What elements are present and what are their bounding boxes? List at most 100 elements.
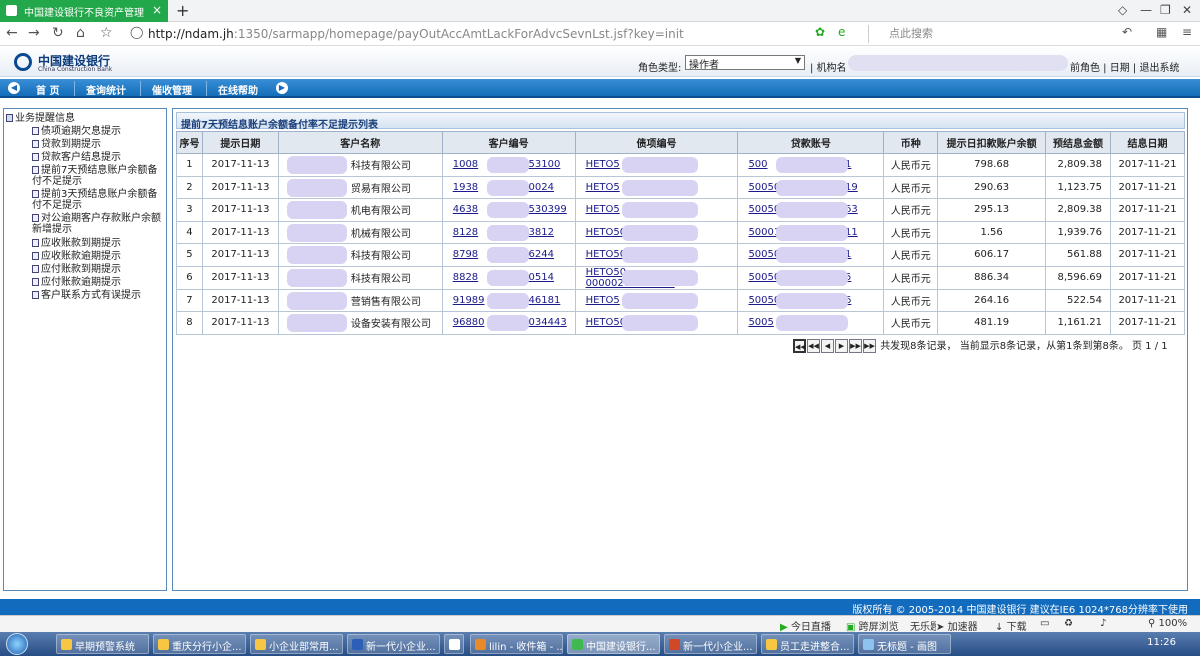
menu-prev-icon[interactable]: ◀	[8, 82, 20, 94]
reminder-table: 序号 提示日期 客户名称 客户编号 债项编号 贷款账号 币种 提示日扣款账户余额…	[176, 131, 1185, 335]
tree-item[interactable]: 客户联系方式有误提示	[32, 290, 166, 301]
redaction-blur	[286, 268, 347, 287]
tools-menu-icon[interactable]: ≡	[1182, 25, 1192, 39]
window-icon[interactable]: ▭	[1040, 618, 1049, 629]
role-select[interactable]: 操作者 ▼	[685, 55, 805, 71]
windows-start-icon[interactable]	[6, 633, 28, 655]
shirt-icon[interactable]: ◇	[1118, 3, 1127, 17]
first-page-icon[interactable]: ◀◀	[793, 339, 806, 353]
cell-loan-account: 50050995	[737, 265, 885, 290]
last-page-icon[interactable]: ▶▶	[863, 339, 876, 353]
system-clock[interactable]: 11:26	[1147, 637, 1176, 648]
next-group-icon[interactable]: ▶▶	[849, 339, 862, 353]
customer-name: 机电有限公司	[350, 206, 411, 218]
tree-item-label: 提前3天预结息账户余额备付不足提示	[32, 189, 158, 211]
cell-settle-date: 2017-11-21	[1110, 243, 1185, 267]
cell-date: 2017-11-13	[201, 198, 279, 222]
tree-item[interactable]: 贷款客户结息提示	[32, 152, 166, 163]
minimize-icon[interactable]: —	[1140, 3, 1152, 17]
menu-online-help[interactable]: 在线帮助	[218, 82, 258, 97]
recycle-icon[interactable]: ♻	[1064, 618, 1073, 629]
id-prefix: 8128	[452, 226, 479, 238]
taskbar-item[interactable]: lilin - 收件箱 - ...	[470, 634, 563, 654]
sound-icon[interactable]: ♪	[1100, 618, 1106, 629]
redaction-blur	[776, 157, 849, 173]
cell-currency: 人民币元	[883, 198, 939, 222]
prev-page-icon[interactable]: ◀	[821, 339, 834, 353]
accelerator-link[interactable]: ➤ 加速器	[936, 618, 978, 633]
home-icon[interactable]: ⌂	[76, 25, 85, 41]
tree-item-label: 应付账款到期提示	[41, 264, 121, 275]
cell-balance: 290.63	[937, 175, 1047, 199]
tab-title: 中国建设银行不良资产管理	[24, 8, 144, 19]
taskbar-item[interactable]: 新一代小企业...	[347, 634, 440, 654]
redaction-blur	[621, 269, 698, 286]
prev-group-icon[interactable]: ◀◀	[807, 339, 820, 353]
reload-icon[interactable]: ↻	[52, 25, 64, 41]
tree-item[interactable]: 债项逾期欠息提示	[32, 126, 166, 137]
tab-close-icon[interactable]: ×	[152, 3, 162, 17]
cell-index: 5	[176, 243, 203, 267]
menu-divider	[140, 81, 141, 96]
next-page-icon[interactable]: ▶	[835, 339, 848, 353]
menu-query-stats[interactable]: 查询统计	[86, 82, 126, 97]
url-field[interactable]: http://ndam.jh:1350/sarmapp/homepage/pay…	[148, 27, 684, 41]
taskbar-item[interactable]: 早期预警系统	[56, 634, 149, 654]
back-icon[interactable]: ←	[6, 25, 18, 41]
cross-screen-link[interactable]: ▣ 跨屏浏览	[846, 618, 899, 633]
cell-customer-name: 科技有限公司	[277, 153, 443, 177]
browser-tab-bar: 中国建设银行不良资产管理 × + ◇ — ❐ ✕	[0, 0, 1200, 22]
tree-item[interactable]: 应收账款到期提示	[32, 238, 166, 249]
tree-item[interactable]: 应收账款逾期提示	[32, 251, 166, 262]
menu-next-icon[interactable]: ▶	[276, 82, 288, 94]
cell-index: 6	[176, 265, 203, 290]
tree-item[interactable]: 提前7天预结息账户余额备付不足提示	[32, 165, 166, 187]
taskbar-item[interactable]	[444, 634, 464, 654]
ie-mode-icon[interactable]: e	[838, 25, 845, 39]
cell-interest: 8,596.69	[1045, 265, 1112, 290]
live-link[interactable]: ▶ 今日直播	[780, 618, 831, 633]
tree-item[interactable]: 提前3天预结息账户余额备付不足提示	[32, 189, 166, 211]
taskbar-item[interactable]: 中国建设银行...	[567, 634, 660, 654]
zoom-level[interactable]: ⚲ 100%	[1148, 618, 1187, 629]
browser-tab-active[interactable]: 中国建设银行不良资产管理 ×	[0, 0, 168, 22]
cell-customer-no: 8798 56244	[441, 243, 576, 267]
cell-interest: 1,161.21	[1045, 311, 1112, 335]
restore-icon[interactable]: ❐	[1160, 3, 1171, 17]
tree-item[interactable]: 对公逾期客户存款账户余额新增提示	[32, 213, 166, 235]
table-row: 52017-11-13 科技有限公司 879856244HETO5037050050…	[176, 243, 1185, 267]
speed-mode-icon[interactable]: ✿	[815, 25, 825, 39]
cell-debt-no: HETO500442	[574, 220, 739, 244]
tree-item[interactable]: 应付账款到期提示	[32, 264, 166, 275]
new-tab-button[interactable]: +	[176, 1, 189, 20]
tree-item[interactable]: 贷款到期提示	[32, 139, 166, 150]
cell-debt-no: HETO50234	[574, 311, 739, 335]
table-row: 22017-11-13 贸易有限公司 193880024HETO5001055005…	[176, 175, 1185, 199]
taskbar-item[interactable]: 重庆分行小企...	[153, 634, 246, 654]
redacted-org-name	[848, 55, 1068, 71]
taskbar-item[interactable]: 新一代小企业...	[664, 634, 757, 654]
close-window-icon[interactable]: ✕	[1182, 3, 1192, 17]
id-prefix: HETO50	[585, 317, 627, 329]
redaction-blur	[621, 247, 698, 263]
taskbar-item[interactable]: 小企业部常用...	[250, 634, 343, 654]
header-links[interactable]: 前角色 | 日期 | 退出系统	[1070, 59, 1179, 74]
menu-home[interactable]: 首 页	[36, 82, 59, 97]
taskbar-item[interactable]: 无标题 - 画图	[858, 634, 951, 654]
page-menu-icon[interactable]: ▦	[1156, 25, 1167, 39]
customer-name: 设备安装有限公司	[350, 319, 431, 331]
tree-item[interactable]: 应付账款逾期提示	[32, 277, 166, 288]
table-row: 32017-11-13 机电有限公司 4638 0530399 HETO50016650…	[176, 198, 1185, 222]
role-label: 角色类型:	[638, 63, 682, 74]
taskbar-item[interactable]: 员工走进整合...	[761, 634, 854, 654]
download-link[interactable]: ↓ 下载	[995, 618, 1027, 633]
cell-customer-name: 贸易有限公司	[277, 175, 443, 199]
id-prefix: 1008	[452, 159, 479, 171]
customer-name: 营销售有限公司	[350, 296, 421, 308]
undo-icon[interactable]: ↶	[1122, 25, 1132, 39]
bookmark-star-icon[interactable]: ☆	[100, 25, 113, 41]
forward-icon[interactable]: →	[28, 25, 40, 41]
search-input[interactable]: 点此搜索	[868, 25, 1098, 43]
tree-root[interactable]: 业务提醒信息	[6, 113, 170, 124]
menu-collection[interactable]: 催收管理	[152, 82, 192, 97]
